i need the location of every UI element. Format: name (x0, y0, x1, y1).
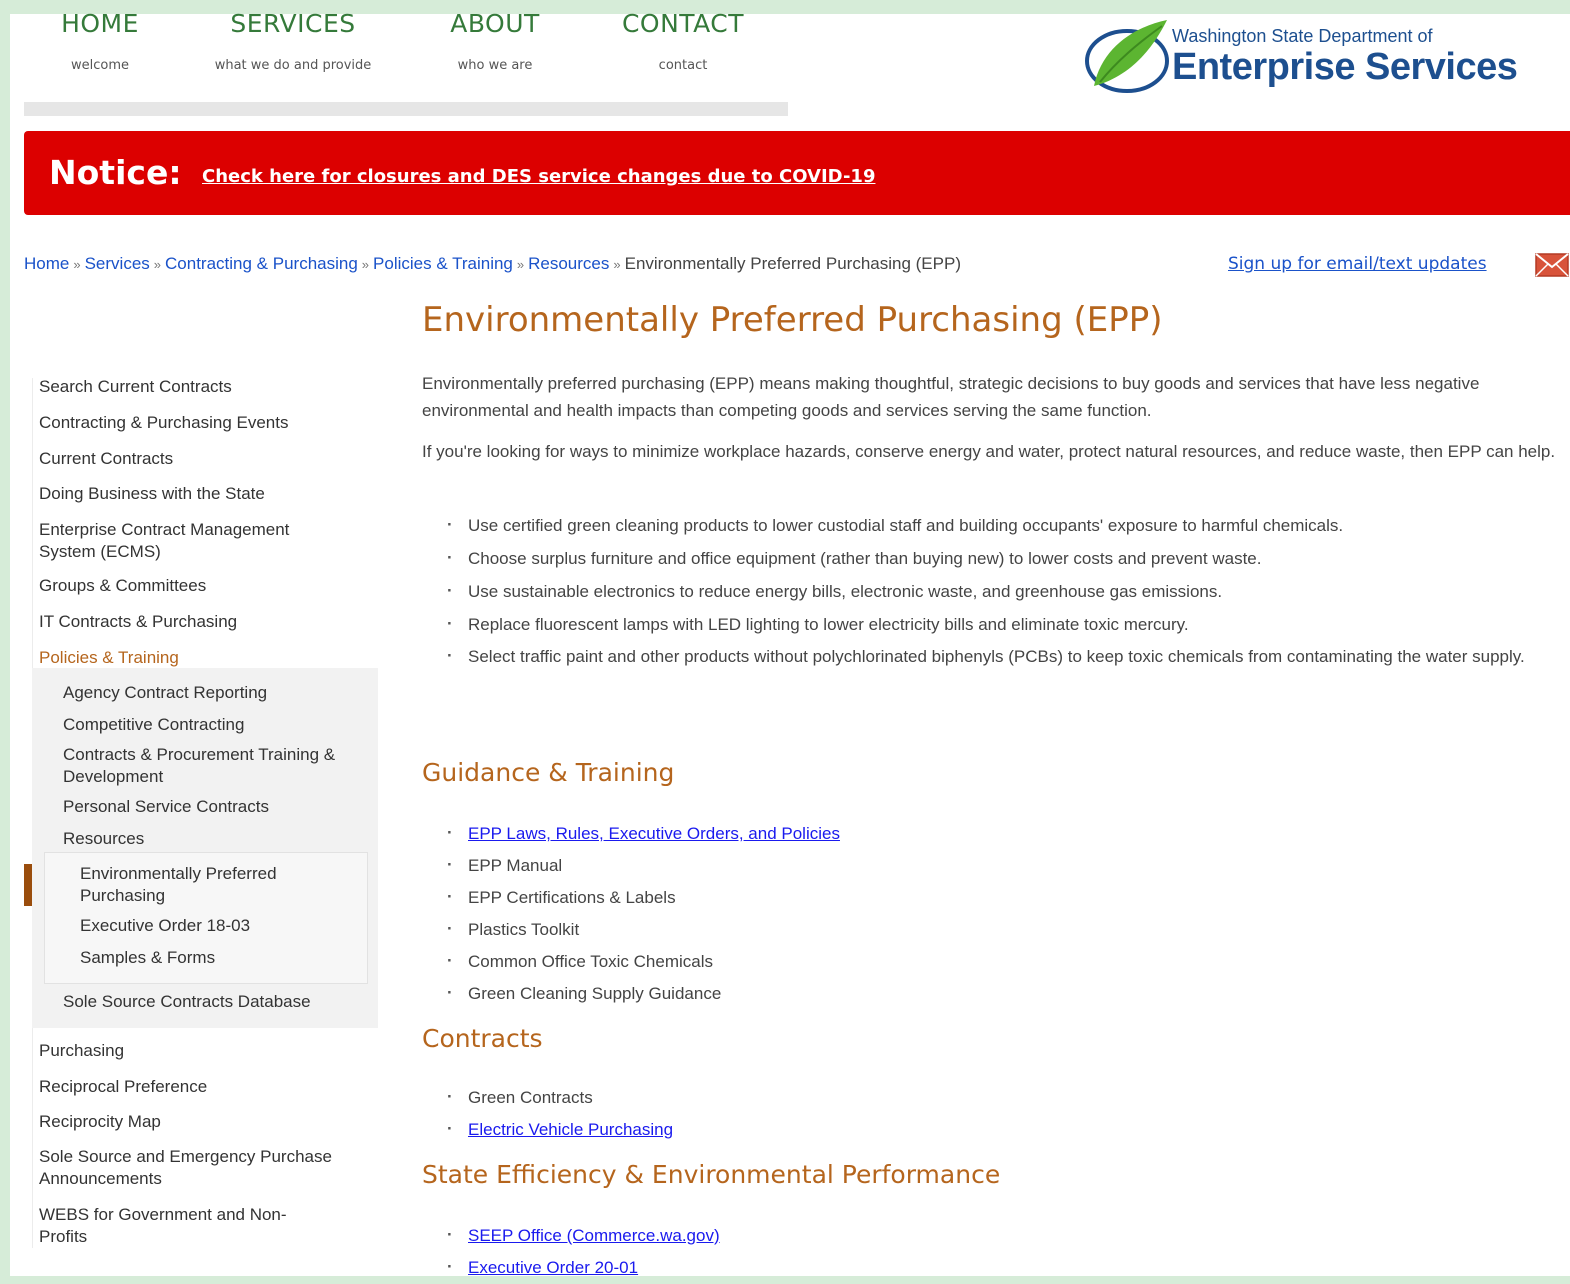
sidebar-sub3-samples[interactable]: Samples & Forms (80, 947, 215, 969)
contracts-heading: Contracts (422, 1024, 543, 1053)
top-nav: HOME welcome SERVICES what we do and pro… (10, 11, 800, 116)
sidebar-item-ecms[interactable]: Enterprise Contract Management System (E… (39, 519, 339, 563)
list-item: Plastics Toolkit (447, 913, 840, 946)
sidebar-item-webs[interactable]: WEBS for Government and Non-Profits (39, 1204, 329, 1248)
sidebar-item-search-contracts[interactable]: Search Current Contracts (39, 376, 232, 398)
list-item: SEEP Office (Commerce.wa.gov) (447, 1219, 720, 1252)
breadcrumb-sep: » (516, 257, 525, 272)
list-item: Select traffic paint and other products … (447, 640, 1530, 672)
list-item: Green Contracts (447, 1081, 673, 1114)
nav-contact[interactable]: CONTACT contact (598, 11, 768, 73)
nav-home-label[interactable]: HOME (30, 11, 170, 36)
nav-contact-sub: contact (658, 58, 708, 73)
breadcrumb-home[interactable]: Home (24, 254, 69, 273)
executive-order-20-01-link[interactable]: Executive Order 20-01 (468, 1258, 638, 1277)
nav-about-sub: who we are (457, 58, 533, 73)
active-indicator (24, 864, 32, 906)
sidebar-item-policies[interactable]: Policies & Training (39, 647, 179, 669)
sidebar-item-purchasing[interactable]: Purchasing (39, 1040, 124, 1062)
breadcrumb-services[interactable]: Services (85, 254, 150, 273)
guidance-list: EPP Laws, Rules, Executive Orders, and P… (447, 817, 840, 1010)
breadcrumb-contracting[interactable]: Contracting & Purchasing (165, 254, 358, 273)
state-efficiency-list: SEEP Office (Commerce.wa.gov) Executive … (447, 1219, 720, 1284)
nav-services[interactable]: SERVICES what we do and provide (198, 11, 388, 73)
list-item: Replace fluorescent lamps with LED light… (447, 608, 1530, 640)
nav-divider (24, 102, 788, 116)
breadcrumb-sep: » (361, 257, 370, 272)
list-item: EPP Certifications & Labels (447, 881, 840, 914)
state-efficiency-heading: State Efficiency & Environmental Perform… (422, 1160, 1001, 1189)
second-paragraph: If you're looking for ways to minimize w… (422, 442, 1556, 461)
breadcrumb-current: Environmentally Preferred Purchasing (EP… (624, 254, 961, 273)
des-logo[interactable]: Washington State Department of Enterpris… (1082, 16, 1562, 98)
seep-office-link[interactable]: SEEP Office (Commerce.wa.gov) (468, 1226, 720, 1245)
list-item: Executive Order 20-01 (447, 1251, 720, 1284)
breadcrumb-sep: » (153, 257, 162, 272)
sidebar-sub-agency-reporting[interactable]: Agency Contract Reporting (63, 682, 267, 704)
notice-label: Notice: (49, 153, 182, 192)
nav-home[interactable]: HOME welcome (30, 11, 170, 73)
sidebar-item-groups[interactable]: Groups & Committees (39, 575, 206, 597)
sidebar-item-current-contracts[interactable]: Current Contracts (39, 448, 173, 470)
sidebar-sub3-epp[interactable]: Environmentally Preferred Purchasing (80, 863, 340, 907)
list-item: Use sustainable electronics to reduce en… (447, 575, 1530, 607)
sidebar-sub-competitive[interactable]: Competitive Contracting (63, 714, 244, 736)
sidebar-sub3-eo-18-03[interactable]: Executive Order 18-03 (80, 915, 250, 937)
list-item: Electric Vehicle Purchasing (447, 1113, 673, 1146)
sidebar-item-reciprocity-map[interactable]: Reciprocity Map (39, 1111, 161, 1133)
sidebar-item-events[interactable]: Contracting & Purchasing Events (39, 412, 288, 434)
sidebar-item-it-contracts[interactable]: IT Contracts & Purchasing (39, 611, 237, 633)
notice-banner: Notice: Check here for closures and DES … (24, 131, 1570, 215)
nav-about[interactable]: ABOUT who we are (420, 11, 570, 73)
nav-services-sub: what we do and provide (214, 58, 372, 73)
breadcrumb-sep: » (73, 257, 81, 272)
nav-home-sub: welcome (70, 58, 129, 73)
guidance-heading: Guidance & Training (422, 758, 675, 787)
breadcrumb-resources[interactable]: Resources (528, 254, 609, 273)
intro-paragraph: Environmentally preferred purchasing (EP… (422, 374, 1480, 420)
epp-laws-link[interactable]: EPP Laws, Rules, Executive Orders, and P… (468, 824, 840, 843)
list-item: EPP Manual (447, 849, 840, 882)
list-item: EPP Laws, Rules, Executive Orders, and P… (447, 817, 840, 850)
logo-line2: Enterprise Services (1172, 46, 1518, 88)
sidebar-sub-sole-source-db[interactable]: Sole Source Contracts Database (63, 991, 311, 1013)
ev-purchasing-link[interactable]: Electric Vehicle Purchasing (468, 1120, 673, 1139)
list-item: Green Cleaning Supply Guidance (447, 977, 840, 1010)
breadcrumb: Home» Services» Contracting & Purchasing» P… (24, 254, 961, 274)
sidebar-sub-resources[interactable]: Resources (63, 828, 144, 850)
breadcrumb-policies[interactable]: Policies & Training (373, 254, 513, 273)
contracts-list: Green Contracts Electric Vehicle Purchas… (447, 1081, 673, 1146)
breadcrumb-sep: » (613, 257, 621, 272)
nav-about-label[interactable]: ABOUT (420, 11, 570, 36)
sidebar-sub-personal-service[interactable]: Personal Service Contracts (63, 796, 269, 818)
list-item: Common Office Toxic Chemicals (447, 945, 840, 978)
signup-link[interactable]: Sign up for email/text updates (1228, 254, 1487, 274)
list-item: Choose surplus furniture and office equi… (447, 542, 1530, 574)
epp-benefits-list: Use certified green cleaning products to… (447, 509, 1530, 672)
list-item: Use certified green cleaning products to… (447, 509, 1530, 541)
mail-icon[interactable] (1534, 248, 1570, 278)
covid-notice-link[interactable]: Check here for closures and DES service … (202, 166, 875, 187)
sidebar-item-doing-business[interactable]: Doing Business with the State (39, 483, 265, 505)
sidebar-sub-training[interactable]: Contracts & Procurement Training & Devel… (63, 744, 363, 788)
logo-line1: Washington State Department of (1172, 26, 1433, 46)
sidebar-item-sole-source[interactable]: Sole Source and Emergency Purchase Annou… (39, 1146, 379, 1190)
nav-services-label[interactable]: SERVICES (198, 11, 388, 36)
page-title: Environmentally Preferred Purchasing (EP… (422, 300, 1163, 340)
leaf-logo-icon (1085, 20, 1169, 93)
nav-contact-label[interactable]: CONTACT (598, 11, 768, 36)
sidebar-item-reciprocal[interactable]: Reciprocal Preference (39, 1076, 207, 1098)
page: HOME welcome SERVICES what we do and pro… (10, 11, 1570, 1283)
